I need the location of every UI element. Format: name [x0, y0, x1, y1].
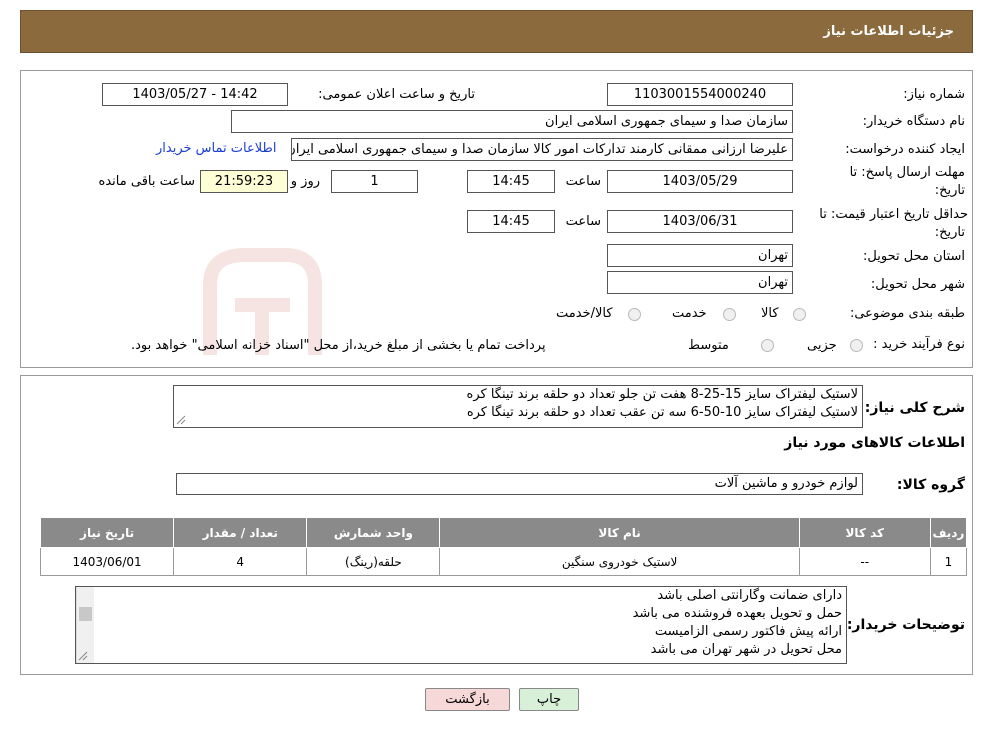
validity-date-field: 1403/06/31 — [607, 210, 793, 233]
buyer-note-line: ارائه پیش فاکتور رسمی الزامیست — [654, 624, 842, 639]
col-header-quantity: تعداد / مقدار — [173, 517, 308, 548]
col-header-unit: واحد شمارش — [306, 517, 441, 548]
cell-goods-name: لاستیک خودروی سنگین — [439, 547, 800, 576]
cell-quantity: 4 — [173, 547, 308, 576]
validity-label: حداقل تاریخ اعتبار قیمت: تا — [819, 207, 968, 222]
deadline-hour-label: ساعت — [565, 174, 601, 189]
announce-field: 1403/05/27 - 14:42 — [102, 83, 288, 106]
remaining-time-field: 21:59:23 — [200, 170, 288, 193]
deadline-time-field: 14:45 — [467, 170, 555, 193]
cell-unit: (رینگ)حلقه — [306, 547, 441, 576]
scrollbar-thumb[interactable] — [79, 607, 92, 621]
days-field: 1 — [331, 170, 418, 193]
validity-time-field: 14:45 — [467, 210, 555, 233]
summary-line: لاستیک لیفتراک سایز 10-50-6 سه تن عقب تع… — [466, 405, 858, 420]
table-row: 1403/06/01 4 (رینگ)حلقه لاستیک خودروی سن… — [39, 547, 968, 576]
days-label: روز و — [290, 174, 320, 189]
back-button[interactable]: بازگشت — [425, 688, 510, 711]
need-number-field: 1103001554000240 — [607, 83, 793, 106]
goods-info-title: اطلاعات کالاهای مورد نیاز — [784, 435, 965, 451]
validity-label-2: تاریخ: — [934, 225, 965, 240]
resize-handle-icon[interactable] — [176, 415, 186, 425]
table-header-row: تاریخ نیاز تعداد / مقدار واحد شمارش نام … — [39, 517, 968, 548]
process-note: پرداخت تمام یا بخشی از مبلغ خرید،از محل … — [131, 338, 546, 353]
resize-handle-icon[interactable] — [78, 651, 88, 661]
requester-label: ایجاد کننده درخواست: — [845, 142, 965, 157]
need-number-label: شماره نیاز: — [903, 87, 965, 102]
deadline-label-2: تاریخ: — [934, 183, 965, 198]
buyer-org-label: نام دستگاه خریدار: — [862, 114, 965, 129]
col-header-goods-name: نام کالا — [439, 517, 800, 548]
col-header-goods-code: کد کالا — [798, 517, 931, 548]
page-title: جزئیات اطلاعات نیاز — [823, 24, 954, 39]
category-label: طبقه بندی موضوعی: — [849, 306, 965, 321]
buyer-org-field: سازمان صدا و سیمای جمهوری اسلامی ایران — [231, 110, 793, 133]
buyer-notes-label: توضیحات خریدار: — [846, 617, 965, 633]
deadline-date-field: 1403/05/29 — [607, 170, 793, 193]
process-radio-minor[interactable] — [850, 339, 863, 352]
summary-label: شرح کلی نیاز: — [864, 400, 965, 416]
summary-line: لاستیک لیفتراک سایز 15-25-8 هفت تن جلو ت… — [466, 387, 858, 402]
buyer-note-line: دارای ضمانت وگارانتی اصلی باشد — [657, 588, 842, 603]
cell-need-date: 1403/06/01 — [39, 547, 175, 576]
process-option-minor: جزیی — [807, 338, 837, 353]
page-header: جزئیات اطلاعات نیاز — [20, 10, 973, 53]
deadline-label: مهلت ارسال پاسخ: تا — [849, 165, 965, 180]
requester-field: علیرضا ارزانی ممقانی کارمند تدارکات امور… — [291, 138, 793, 161]
category-radio-goods-service[interactable] — [628, 308, 641, 321]
goods-group-field: لوازم خودرو و ماشین آلات — [176, 473, 863, 495]
print-button[interactable]: چاپ — [519, 688, 579, 711]
process-radio-medium[interactable] — [761, 339, 774, 352]
buyer-note-line: حمل و تحویل بعهده فروشنده می باشد — [632, 606, 842, 621]
category-option-service: خدمت — [672, 306, 707, 321]
col-header-row: ردیف — [929, 517, 968, 548]
summary-textarea[interactable]: لاستیک لیفتراک سایز 15-25-8 هفت تن جلو ت… — [173, 385, 863, 428]
goods-table: تاریخ نیاز تعداد / مقدار واحد شمارش نام … — [39, 517, 968, 576]
city-field: تهران — [607, 271, 793, 294]
province-label: استان محل تحویل: — [863, 249, 965, 264]
province-field: تهران — [607, 244, 793, 267]
buyer-note-line: محل تحویل در شهر تهران می باشد — [650, 642, 842, 657]
category-radio-goods[interactable] — [793, 308, 806, 321]
buyer-notes-textarea[interactable]: دارای ضمانت وگارانتی اصلی باشد حمل و تحو… — [75, 586, 847, 664]
remaining-label: ساعت باقی مانده — [98, 174, 195, 189]
cell-goods-code: -- — [798, 547, 931, 576]
process-option-medium: متوسط — [688, 338, 729, 353]
validity-hour-label: ساعت — [565, 214, 601, 229]
city-label: شهر محل تحویل: — [870, 277, 965, 292]
goods-group-label: گروه کالا: — [896, 477, 965, 493]
announce-label: تاریخ و ساعت اعلان عمومی: — [318, 87, 475, 102]
process-label: نوع فرآیند خرید : — [873, 337, 965, 352]
category-option-goods-service: کالا/خدمت — [556, 306, 613, 321]
category-radio-service[interactable] — [723, 308, 736, 321]
col-header-need-date: تاریخ نیاز — [39, 517, 175, 548]
category-option-goods: کالا — [761, 306, 779, 321]
buyer-contact-link[interactable]: اطلاعات تماس خریدار — [156, 141, 276, 156]
cell-row-number: 1 — [929, 547, 968, 576]
